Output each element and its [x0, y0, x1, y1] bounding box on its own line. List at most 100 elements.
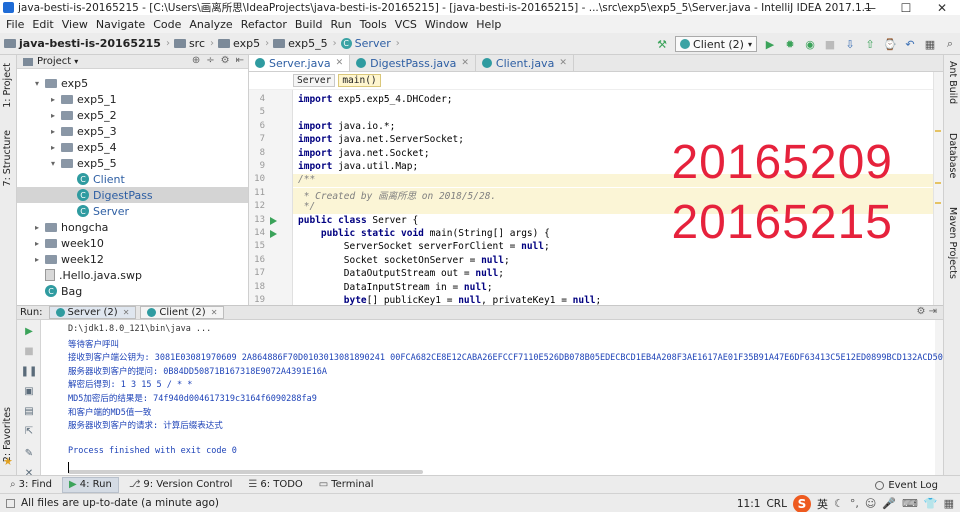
run-tab-client[interactable]: Client (2) ✕ [140, 306, 225, 319]
menu-vcs[interactable]: VCS [391, 18, 421, 31]
menu-navigate[interactable]: Navigate [92, 18, 149, 31]
pin-icon[interactable]: ✎ [22, 446, 36, 460]
menu-analyze[interactable]: Analyze [185, 18, 236, 31]
bottom-tab-run[interactable]: ▶ 4: Run [62, 476, 119, 493]
breadcrumb-exp5[interactable]: exp5 › [218, 37, 269, 50]
bottom-tab-find[interactable]: ⌕ 3: Find [4, 477, 58, 493]
breadcrumb-server[interactable]: C Server › [340, 37, 400, 50]
tree-item[interactable]: C Server [17, 203, 248, 219]
close-icon[interactable]: ✕ [123, 308, 130, 317]
chevron-icon[interactable]: ▸ [51, 111, 61, 120]
close-icon[interactable]: ✕ [211, 308, 218, 317]
chevron-icon[interactable]: ▸ [51, 95, 61, 104]
tree-item[interactable]: .Hello.java.swp [17, 267, 248, 283]
chevron-icon[interactable]: ▸ [35, 223, 45, 232]
editor-scrollbar[interactable] [933, 72, 943, 305]
menu-window[interactable]: Window [421, 18, 472, 31]
run-tab-server[interactable]: Server (2) ✕ [48, 306, 137, 319]
run-gutter-icon[interactable] [270, 216, 277, 225]
vcs-update-icon[interactable]: ⇩ [841, 35, 859, 53]
grid-icon[interactable]: ▦ [944, 497, 954, 510]
tree-folder[interactable]: ▸ exp5_4 [17, 139, 248, 155]
chevron-icon[interactable]: ▸ [51, 143, 61, 152]
tree-folder[interactable]: ▾ exp5_5 [17, 155, 248, 171]
menu-help[interactable]: Help [472, 18, 505, 31]
breadcrumb-project[interactable]: java-besti-is-20165215 › [4, 37, 170, 50]
keyboard-icon[interactable]: ⌨ [902, 497, 918, 510]
debug-icon[interactable]: ✹ [781, 35, 799, 53]
exit-icon[interactable]: ⇱ [22, 424, 36, 438]
chevron-down-icon[interactable]: ▾ [74, 57, 78, 66]
tree-folder[interactable]: ▸ exp5_1 [17, 91, 248, 107]
tool-tab-ant-build[interactable]: Ant Build [947, 61, 958, 104]
settings-icon[interactable]: ▤ [22, 404, 36, 418]
menu-run[interactable]: Run [327, 18, 356, 31]
line-separator[interactable]: CRL [766, 498, 786, 510]
close-icon[interactable]: ✕ [336, 58, 344, 68]
run-icon[interactable]: ▶ [761, 35, 779, 53]
tool-tab-maven[interactable]: Maven Projects [947, 207, 958, 279]
run-gutter-icon[interactable] [270, 230, 277, 238]
menu-file[interactable]: File [2, 18, 28, 31]
emoji-icon[interactable]: ☺ [865, 497, 876, 510]
minimize-button[interactable]: — [852, 0, 888, 15]
bottom-tab-version-control[interactable]: ⎇ 9: Version Control [123, 477, 239, 493]
menu-tools[interactable]: Tools [356, 18, 391, 31]
chevron-icon[interactable]: ▾ [35, 79, 45, 88]
tree-item[interactable]: C Client [17, 171, 248, 187]
search-icon[interactable]: ⌕ [941, 35, 959, 53]
tab-digestpass-java[interactable]: DigestPass.java ✕ [350, 55, 476, 71]
chevron-icon[interactable]: ▾ [51, 159, 61, 168]
moon-icon[interactable]: ☾ [834, 497, 844, 510]
tool-tab-project[interactable]: 1: Project [2, 63, 13, 108]
gear-icon[interactable]: ⚙ ⇥ [916, 306, 937, 317]
tree-item[interactable]: C DigestPass [17, 187, 248, 203]
close-icon[interactable]: ✕ [559, 58, 567, 68]
event-log-button[interactable]: Event Log [875, 476, 938, 494]
breadcrumb-exp5-5[interactable]: exp5_5 › [273, 37, 337, 50]
tool-tab-structure[interactable]: 7: Structure [2, 130, 13, 186]
ime-icon[interactable]: S [792, 494, 811, 512]
project-panel-title[interactable]: Project [37, 56, 71, 67]
microphone-icon[interactable]: 🎤 [882, 497, 896, 510]
tree-folder[interactable]: ▸ week10 [17, 235, 248, 251]
revert-icon[interactable]: ↶ [901, 35, 919, 53]
rerun-icon[interactable]: ▶ [22, 324, 36, 338]
sync-icon[interactable]: ⊕ [192, 55, 200, 66]
bottom-tab-terminal[interactable]: ▭ Terminal [313, 477, 380, 493]
close-icon[interactable]: ✕ [461, 58, 469, 68]
hammer-icon[interactable]: ⚒ [653, 35, 671, 53]
stop-icon[interactable]: ■ [821, 35, 839, 53]
tree-folder[interactable]: ▸ hongcha [17, 219, 248, 235]
menu-build[interactable]: Build [291, 18, 327, 31]
tree-folder[interactable]: ▸ week12 [17, 251, 248, 267]
vcs-commit-icon[interactable]: ⇧ [861, 35, 879, 53]
shirt-icon[interactable]: 👕 [924, 497, 938, 510]
tree-item[interactable]: C Bag [17, 283, 248, 299]
dump-threads-icon[interactable]: ▣ [22, 384, 36, 398]
collapse-icon[interactable]: ÷ [206, 55, 214, 66]
editor-crumb-class[interactable]: Server [293, 74, 336, 87]
tree-folder[interactable]: ▸ exp5_3 [17, 123, 248, 139]
tree-folder[interactable]: ▾ exp5 [17, 75, 248, 91]
vertical-scrollbar[interactable] [935, 320, 943, 475]
breadcrumb-src[interactable]: src › [173, 37, 214, 50]
run-console[interactable]: D:\jdk1.8.0_121\bin\java ... 等待客户呼叫 接收到客户端… [41, 320, 943, 475]
run-configuration-select[interactable]: Client (2) ▾ [675, 36, 757, 52]
horizontal-scrollbar[interactable] [68, 470, 423, 474]
ime-language[interactable]: 英 [817, 496, 828, 512]
tree-folder[interactable]: ▸ exp5_2 [17, 107, 248, 123]
tool-tab-database[interactable]: Database [947, 133, 958, 178]
menu-edit[interactable]: Edit [28, 18, 57, 31]
tool-tab-favorites[interactable]: 2: Favorites [2, 407, 13, 462]
history-icon[interactable]: ⌚ [881, 35, 899, 53]
bottom-tab-todo[interactable]: ☰ 6: TODO [242, 477, 308, 493]
menu-refactor[interactable]: Refactor [237, 18, 291, 31]
chevron-icon[interactable]: ▸ [51, 127, 61, 136]
tab-server-java[interactable]: Server.java ✕ [249, 55, 351, 71]
stop-icon[interactable]: ■ [22, 344, 36, 358]
project-structure-icon[interactable]: ▦ [921, 35, 939, 53]
tool-window-toggle-icon[interactable] [6, 498, 15, 508]
menu-code[interactable]: Code [149, 18, 185, 31]
caret-position[interactable]: 11:1 [737, 498, 761, 510]
